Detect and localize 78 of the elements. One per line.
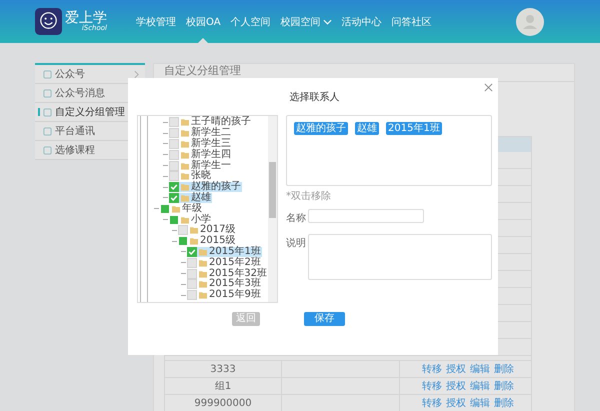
checkbox[interactable] <box>169 160 179 171</box>
nav-item[interactable]: 问答社区 <box>386 0 437 43</box>
back-button[interactable]: 返回 <box>232 312 260 326</box>
checkbox[interactable] <box>169 138 179 149</box>
nav-item[interactable]: 个人空间 <box>226 0 276 43</box>
table-cell: 组1 <box>165 378 282 394</box>
checkbox[interactable] <box>187 290 197 300</box>
square-icon <box>43 70 52 78</box>
hint-text: *双击移除 <box>286 190 332 203</box>
square-icon <box>43 88 52 98</box>
tree-node[interactable]: 2015级 <box>178 236 236 246</box>
action-link[interactable]: 转移 <box>422 396 442 410</box>
checkbox[interactable] <box>187 279 197 290</box>
contact-tag[interactable]: 赵雄 <box>355 122 379 135</box>
action-link[interactable]: 编辑 <box>470 379 490 394</box>
action-link[interactable]: 转移 <box>422 362 442 376</box>
tree-node[interactable]: 新学生四 <box>169 150 232 160</box>
square-icon <box>43 108 52 116</box>
checkbox[interactable] <box>179 237 187 246</box>
action-link[interactable]: 授权 <box>446 379 466 394</box>
checkbox[interactable] <box>178 225 188 236</box>
checkbox[interactable] <box>169 128 179 138</box>
tree-node[interactable]: 2015年9班 <box>187 290 262 300</box>
nav-item[interactable]: 校园OA <box>181 0 226 43</box>
tree-node[interactable]: 新学生一 <box>169 160 232 171</box>
avatar-icon[interactable] <box>516 8 544 36</box>
action-link[interactable]: 编辑 <box>470 362 490 376</box>
tree-node[interactable]: 赵雅的孩子 <box>169 182 242 192</box>
action-link[interactable]: 授权 <box>446 362 466 376</box>
tree-node[interactable]: 年级 <box>160 204 203 214</box>
tree-node[interactable]: 2015年1班 <box>187 246 262 257</box>
smiley-logo-icon <box>35 8 62 35</box>
dialog-title: 选择联系人 <box>288 90 340 105</box>
checkbox[interactable] <box>169 171 179 182</box>
tree-node[interactable]: 新学生三 <box>169 138 232 149</box>
tree-node[interactable]: 赵雄 <box>169 192 212 203</box>
nav-item[interactable]: 活动中心 <box>336 0 387 43</box>
tree-node[interactable]: 小学 <box>169 214 212 225</box>
action-link[interactable]: 转移 <box>422 379 442 394</box>
scrollbar[interactable] <box>268 116 277 302</box>
contact-tag[interactable]: 赵雅的孩子 <box>294 122 348 135</box>
tree-node[interactable]: 张晓 <box>169 171 212 182</box>
tree-node[interactable]: 2015年3班 <box>187 279 262 290</box>
chevron-down-icon <box>322 18 332 24</box>
save-button[interactable]: 保存 <box>304 312 345 326</box>
nav-item[interactable]: 校园空间 <box>276 0 337 43</box>
tree-node[interactable]: 2015年2班 <box>187 258 262 268</box>
tree-node[interactable]: 2017级 <box>178 225 236 236</box>
checkbox[interactable] <box>169 192 179 203</box>
checkbox[interactable] <box>169 150 179 160</box>
chevron-right-icon <box>134 70 139 78</box>
checkbox[interactable] <box>186 268 197 279</box>
table-cell: 3333 <box>165 361 282 378</box>
description-input-field[interactable] <box>308 234 492 280</box>
tree-node[interactable]: 新学生二 <box>169 128 232 138</box>
name-label: 名称 <box>286 212 306 225</box>
name-input-field[interactable] <box>308 209 424 223</box>
tree-node[interactable]: 2015年32班 <box>186 268 268 279</box>
action-link[interactable]: 授权 <box>446 396 466 410</box>
checkbox[interactable] <box>187 258 197 268</box>
checkbox[interactable] <box>161 204 169 213</box>
close-icon[interactable] <box>484 83 493 92</box>
action-link[interactable]: 删除 <box>494 379 514 394</box>
table-cell: 999900000 <box>165 395 282 411</box>
action-link[interactable]: 编辑 <box>470 396 490 410</box>
checkbox[interactable] <box>169 117 179 128</box>
square-icon <box>43 126 52 136</box>
description-label: 说明 <box>286 237 306 250</box>
checkbox[interactable] <box>170 216 178 224</box>
action-link[interactable]: 删除 <box>494 362 514 376</box>
square-icon <box>43 146 52 154</box>
nav-item[interactable]: 学校管理 <box>131 0 181 43</box>
contact-tag[interactable]: 2015年1班 <box>386 122 442 135</box>
tree-node[interactable]: 王子晴的孩子 <box>169 117 252 128</box>
checkbox[interactable] <box>187 246 197 257</box>
action-link[interactable]: 删除 <box>494 396 514 410</box>
logo-title: 爱上学 <box>65 11 107 25</box>
checkbox[interactable] <box>169 182 179 192</box>
